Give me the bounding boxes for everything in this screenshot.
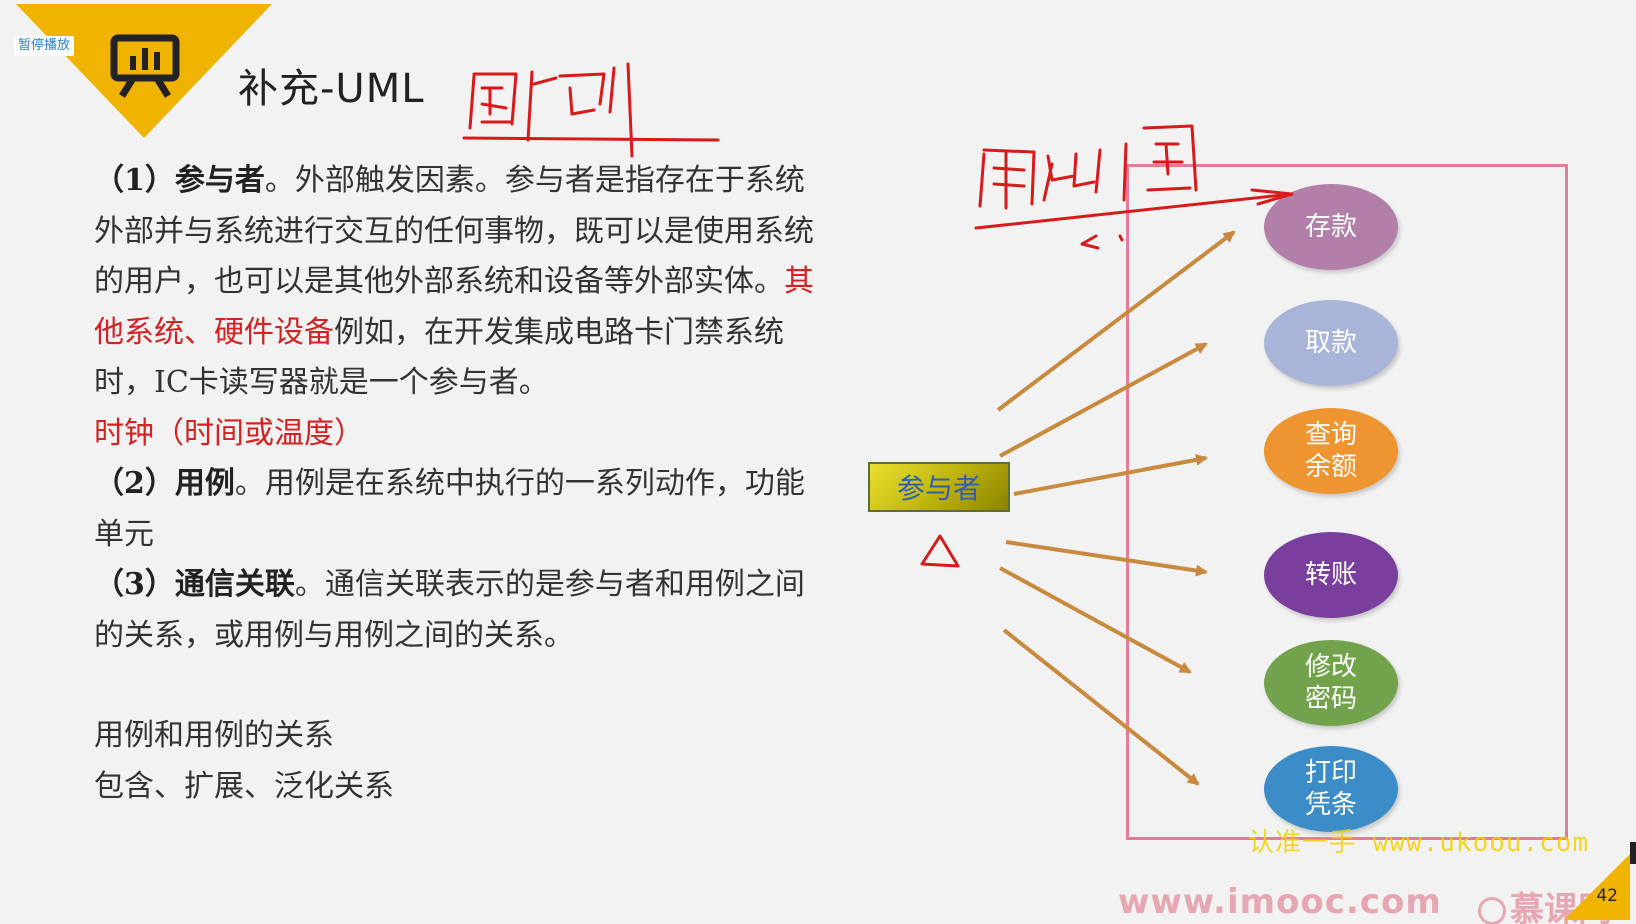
arrow-to-deposit xyxy=(996,230,1236,412)
arrow-to-withdraw xyxy=(999,342,1208,458)
handwritten-annotations xyxy=(462,62,1294,568)
page-number: 42 xyxy=(1596,886,1618,906)
handwriting-yong-li-tu xyxy=(974,124,1294,250)
handwriting-tu-li xyxy=(462,62,720,158)
screen: 暂停播放 补充-UML （1）参与者。外部触发因素。参与者是指存在于系统外部并与… xyxy=(0,0,1636,924)
slide: 暂停播放 补充-UML （1）参与者。外部触发因素。参与者是指存在于系统外部并与… xyxy=(0,4,1630,924)
handwriting-triangle xyxy=(920,534,960,568)
watermark-ukoou: 认准一手 www.ukoou.com xyxy=(1248,828,1590,858)
imooc-logo-icon xyxy=(1478,897,1506,924)
association-arrows xyxy=(996,230,1236,786)
arrow-to-password xyxy=(999,566,1192,674)
arrow-to-transfer xyxy=(1005,540,1208,577)
scrollbar-handle[interactable] xyxy=(1630,842,1636,864)
arrow-to-balance xyxy=(1013,453,1208,496)
arrow-to-receipt xyxy=(1002,628,1200,786)
watermark-imooc: www.imooc.com xyxy=(1118,882,1442,922)
diagram-overlay xyxy=(462,62,1294,786)
